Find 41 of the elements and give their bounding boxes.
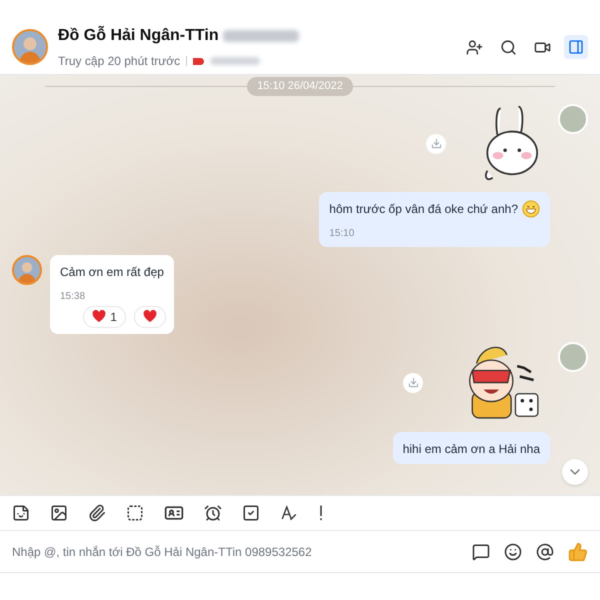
last-seen-status: Truy cập 20 phút trước xyxy=(58,53,180,70)
message-time: 15:10 xyxy=(329,226,356,240)
contact-avatar xyxy=(12,29,48,65)
heart-icon xyxy=(92,310,106,323)
message-input-field[interactable]: Nhập @, tin nhắn tới Đồ Gỗ Hải Ngân-TTin 0989532562 xyxy=(12,542,458,560)
text-format-icon[interactable] xyxy=(280,504,298,522)
dashed-square-icon[interactable] xyxy=(126,504,144,522)
mention-icon[interactable] xyxy=(536,542,554,560)
attachment-icon[interactable] xyxy=(88,504,106,522)
download-button[interactable] xyxy=(403,372,423,392)
heart-reaction[interactable] xyxy=(134,306,166,328)
download-icon xyxy=(430,138,442,149)
avatar-photo-placeholder xyxy=(558,104,588,134)
message-text: Cảm ơn em rất đẹp xyxy=(60,264,164,280)
search-icon xyxy=(500,38,516,56)
emoji-icon[interactable] xyxy=(504,542,522,560)
download-button[interactable] xyxy=(426,134,446,154)
alarm-clock-icon[interactable] xyxy=(204,504,222,522)
exclamation-icon[interactable] xyxy=(318,504,324,522)
thumbs-up-icon[interactable] xyxy=(568,542,588,562)
tag-icon xyxy=(193,58,204,64)
checkbox-icon[interactable] xyxy=(242,504,260,522)
message-time: 15:38 xyxy=(60,290,86,304)
grinning-emoji-icon xyxy=(522,200,540,218)
sticker-icon[interactable] xyxy=(12,504,30,522)
panel-icon xyxy=(568,39,584,55)
heart-icon xyxy=(142,310,157,323)
side-panel-button[interactable] xyxy=(564,35,588,59)
message-text: hihi em cảm ơn a Hải nha xyxy=(402,440,540,458)
contact-name: Đồ Gỗ Hải Ngân-TTin xyxy=(58,24,219,46)
redacted-text xyxy=(210,57,260,65)
image-icon[interactable] xyxy=(50,504,68,522)
heart-reaction[interactable]: 1 xyxy=(83,306,126,328)
date-separator: 15:10 26/04/2022 xyxy=(247,77,353,96)
download-icon xyxy=(408,377,418,388)
message-text: hôm trước ốp vân đá oke chứ anh? xyxy=(329,200,518,218)
contact-avatar xyxy=(12,254,42,284)
quick-message-icon[interactable] xyxy=(472,542,490,560)
avatar-photo-placeholder xyxy=(558,342,588,372)
user-plus-icon xyxy=(466,38,482,56)
reaction-count: 1 xyxy=(110,308,117,326)
